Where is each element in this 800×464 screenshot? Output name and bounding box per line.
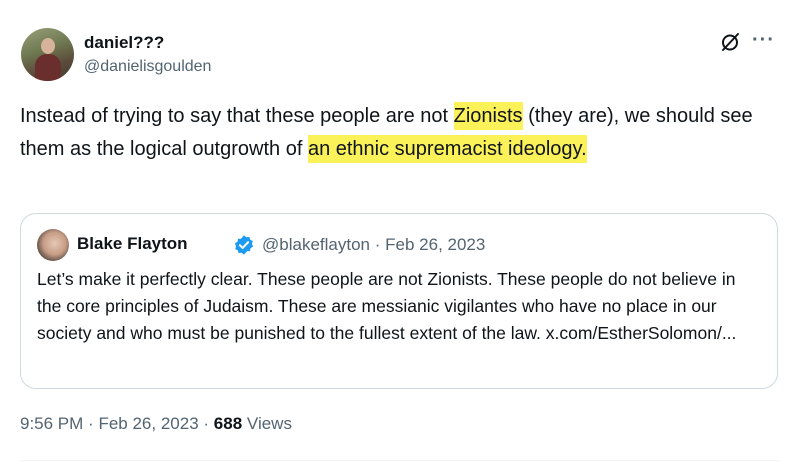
quoted-tweet-text: Let’s make it perfectly clear. These peo…	[37, 269, 737, 343]
views-count: 688	[213, 414, 243, 433]
quoted-author-name: Blake Flayton	[77, 234, 188, 253]
tweet-date[interactable]: Feb 26, 2023	[98, 414, 198, 433]
tweet-meta: 9:56 PM · Feb 26, 2023 · 688 Views	[20, 414, 292, 434]
verified-badge-icon	[234, 235, 254, 255]
views-label: Views	[246, 414, 292, 433]
quoted-separator: ·	[374, 235, 381, 254]
quoted-meta: @blakeflayton · Feb 26, 2023	[262, 235, 485, 255]
tweet-text-part: Instead of trying to say that these peop…	[20, 105, 454, 127]
author-handle[interactable]: @danielisgoulden	[84, 58, 211, 76]
quoted-author-avatar[interactable]	[37, 229, 69, 261]
tweet-text: Instead of trying to say that these peop…	[20, 100, 790, 166]
meta-separator: ·	[88, 414, 94, 433]
author-display-name[interactable]: daniel???	[84, 33, 164, 53]
tweet-time[interactable]: 9:56 PM	[20, 414, 83, 433]
more-icon[interactable]: ···	[752, 30, 775, 50]
grok-icon[interactable]	[718, 30, 742, 54]
quoted-tweet-card[interactable]: Blake Flayton @blakeflayton · Feb 26, 20…	[20, 213, 778, 389]
author-avatar[interactable]	[21, 28, 74, 81]
quoted-date[interactable]: Feb 26, 2023	[385, 235, 485, 254]
divider	[20, 460, 780, 461]
quoted-handle: @blakeflayton	[262, 235, 370, 254]
highlight-zionists: Zionists	[453, 102, 523, 130]
meta-separator: ·	[203, 414, 210, 433]
highlight-ideology: an ethnic supremacist ideology.	[307, 135, 587, 163]
